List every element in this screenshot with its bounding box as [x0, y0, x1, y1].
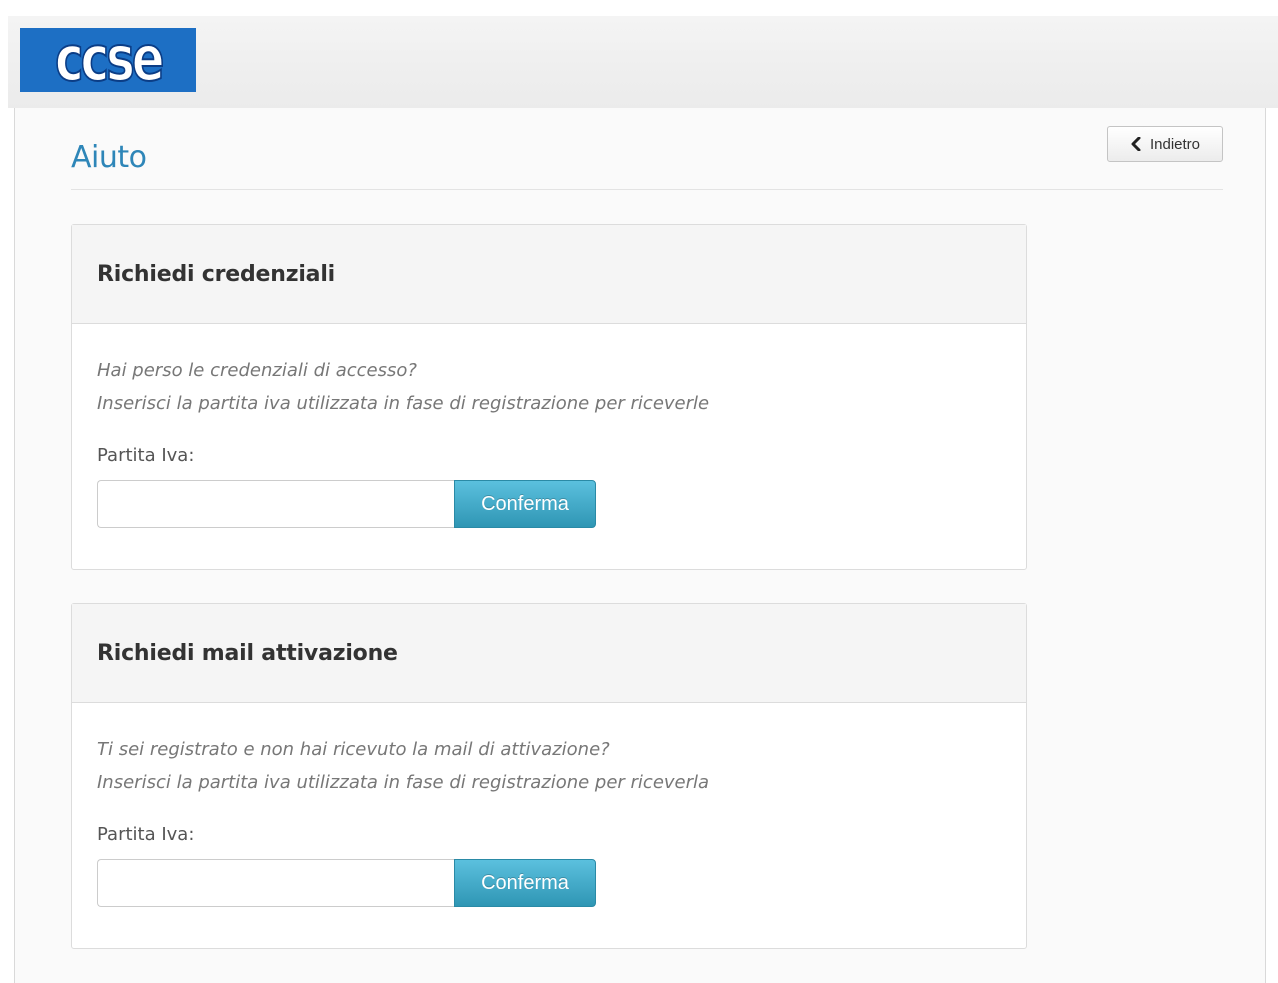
panel-body: Ti sei registrato e non hai ricevuto la …	[72, 703, 1026, 948]
panel-heading: Richiedi mail attivazione	[72, 604, 1026, 703]
vat-number-input[interactable]	[97, 480, 455, 528]
main-content: Aiuto Indietro Richiedi credenziali Hai …	[14, 108, 1266, 983]
back-button-label: Indietro	[1149, 135, 1201, 153]
hint-text: Inserisci la partita iva utilizzata in f…	[97, 772, 710, 793]
hint-text: Hai perso le credenziali di accesso?	[97, 360, 417, 381]
logo-text: ccse	[54, 28, 165, 92]
hint-text: Inserisci la partita iva utilizzata in f…	[97, 393, 710, 414]
page: ccse Aiuto Indietro Richiedi credenziali…	[0, 0, 1278, 983]
logo[interactable]: ccse	[20, 28, 196, 92]
confirm-button[interactable]: Conferma	[454, 480, 596, 528]
request-activation-mail-panel: Richiedi mail attivazione Ti sei registr…	[71, 603, 1027, 949]
panel-title: Richiedi mail attivazione	[97, 640, 398, 666]
chevron-left-icon	[1131, 137, 1141, 151]
panel-title: Richiedi credenziali	[97, 261, 336, 287]
vat-number-input[interactable]	[97, 859, 455, 907]
title-divider	[71, 189, 1223, 190]
vat-number-label: Partita Iva:	[97, 824, 195, 845]
confirm-button[interactable]: Conferma	[454, 859, 596, 907]
vat-number-label: Partita Iva:	[97, 445, 195, 466]
header: ccse	[8, 16, 1278, 108]
request-credentials-panel: Richiedi credenziali Hai perso le creden…	[71, 224, 1027, 570]
page-title: Aiuto	[71, 140, 147, 175]
back-button[interactable]: Indietro	[1107, 126, 1223, 162]
panel-body: Hai perso le credenziali di accesso? Ins…	[72, 324, 1026, 569]
panel-heading: Richiedi credenziali	[72, 225, 1026, 324]
hint-text: Ti sei registrato e non hai ricevuto la …	[97, 739, 610, 760]
